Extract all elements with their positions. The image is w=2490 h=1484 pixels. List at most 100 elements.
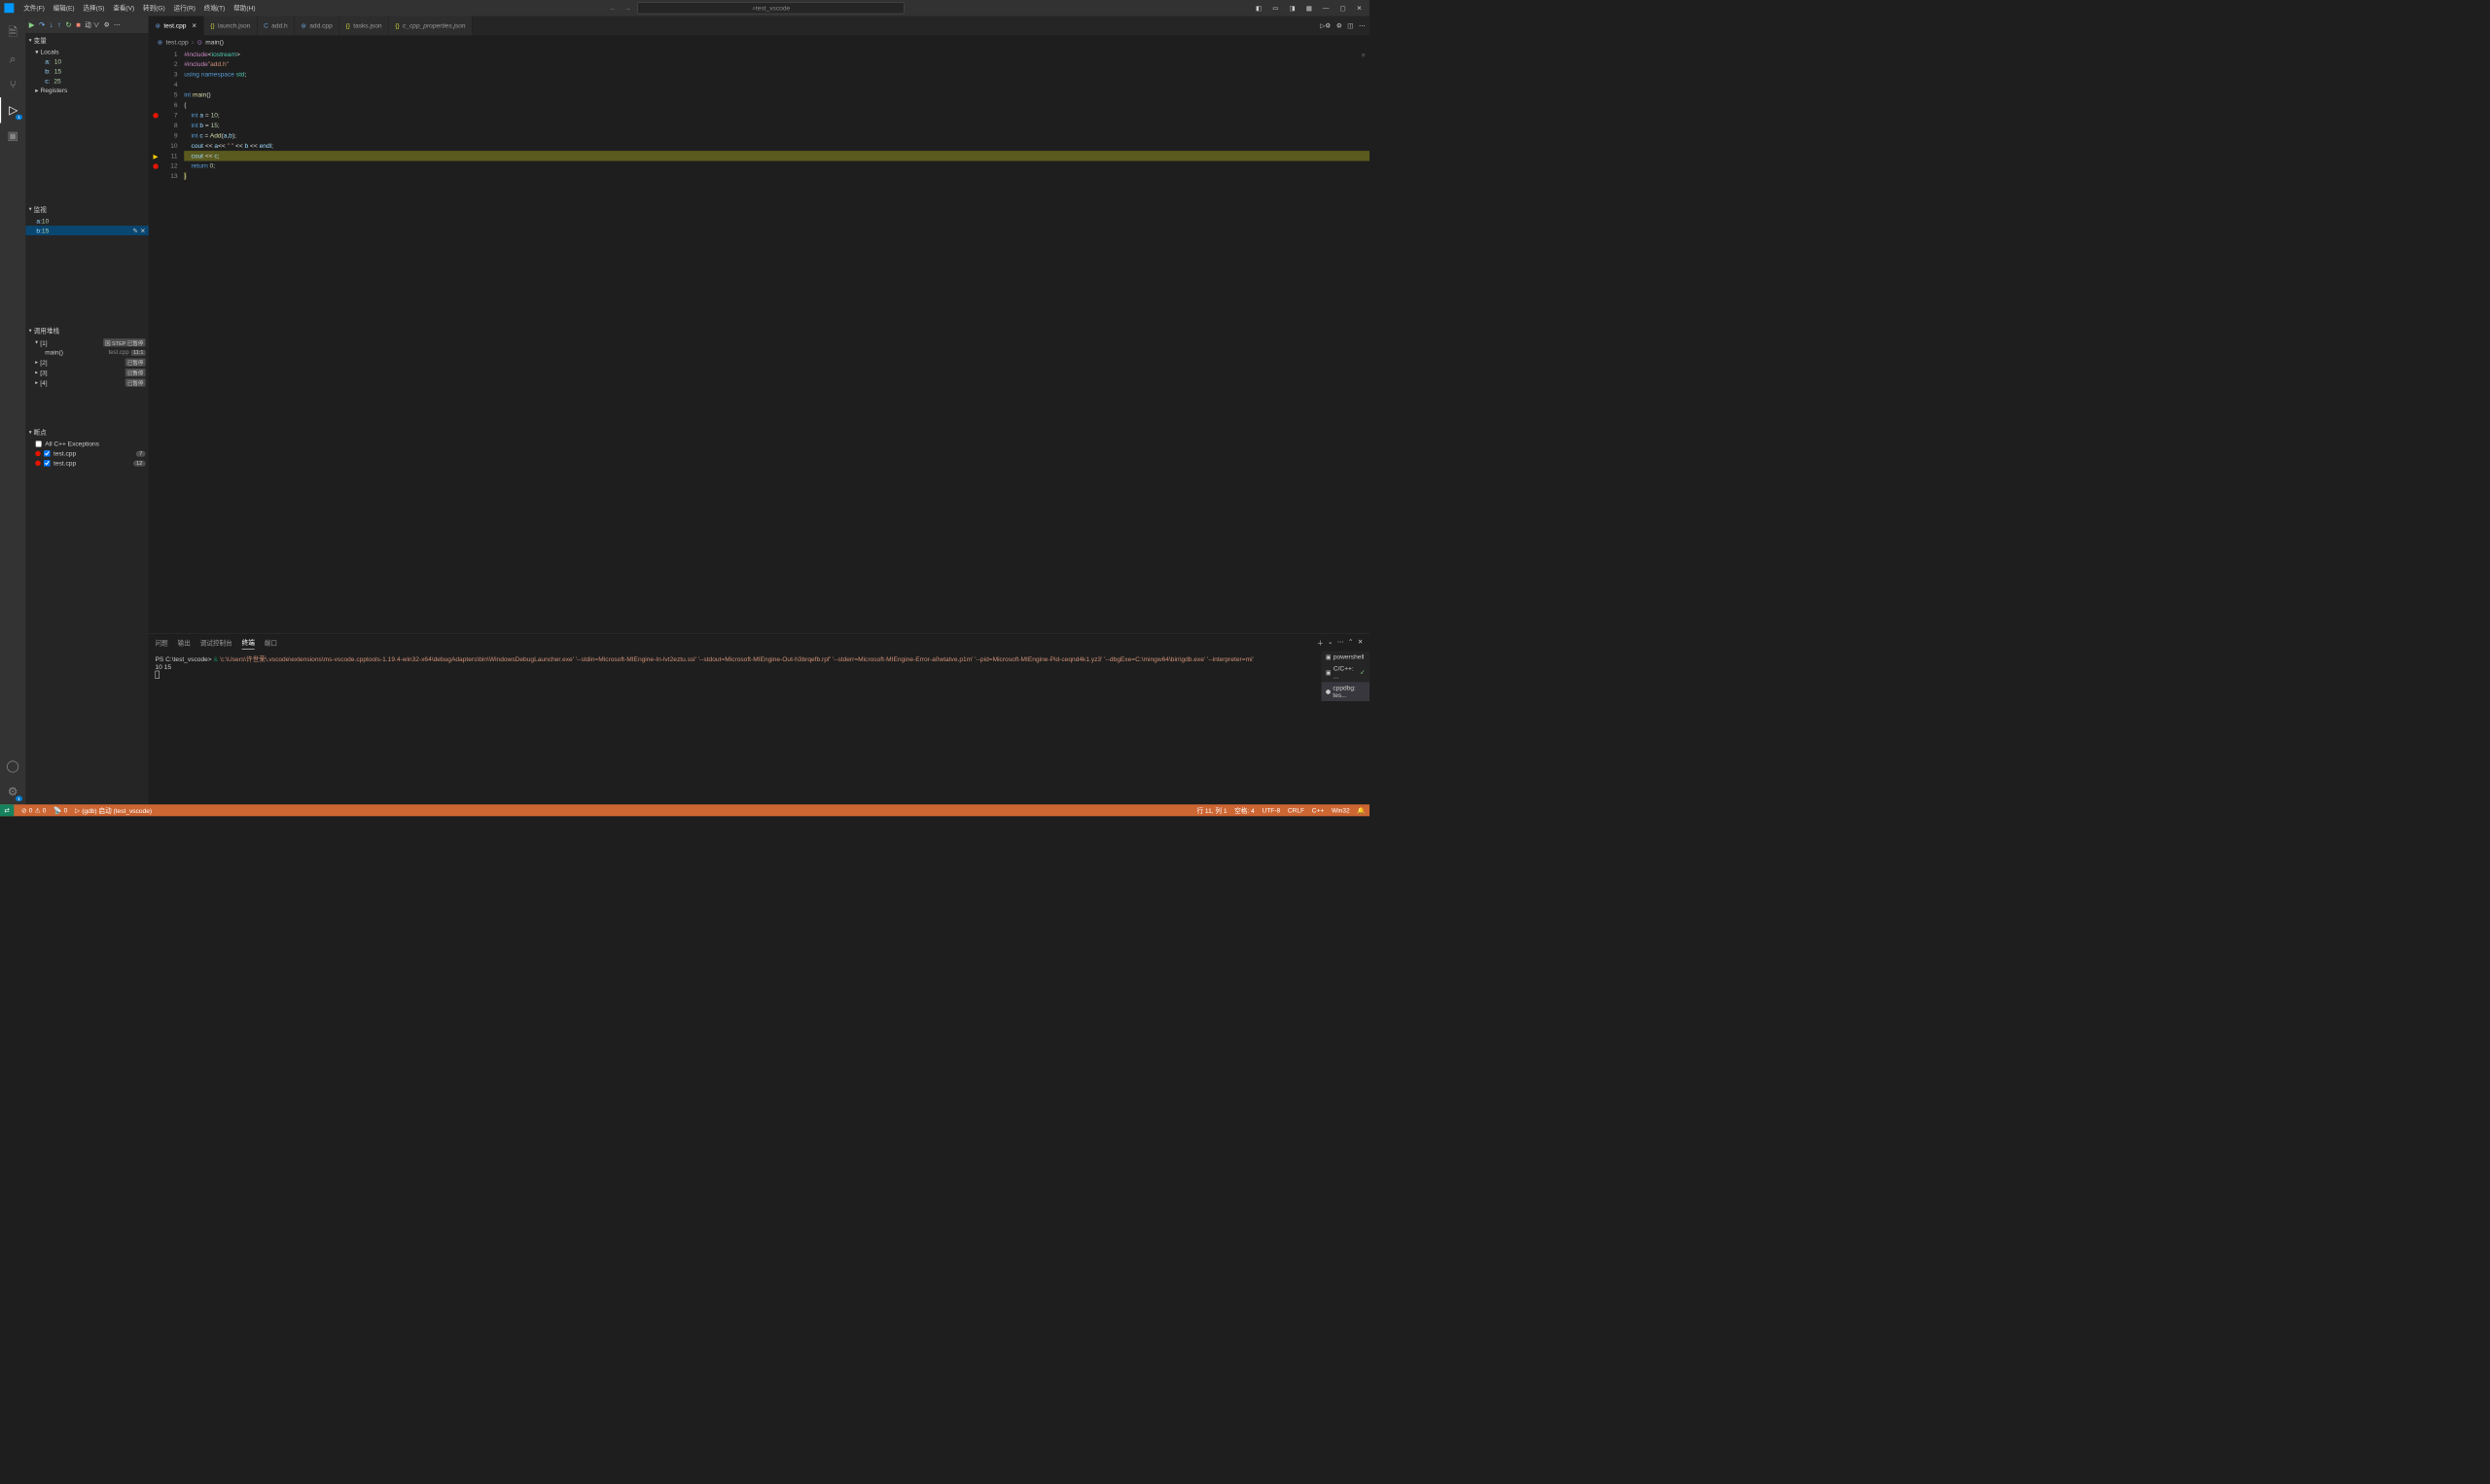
- watch-row[interactable]: a: 10: [25, 216, 149, 226]
- search-icon[interactable]: ⌕: [0, 46, 25, 71]
- more-icon[interactable]: ⋯: [114, 20, 121, 28]
- tab-test-cpp[interactable]: ⊕test.cpp✕: [149, 17, 204, 36]
- breakpoint-icon[interactable]: [153, 163, 159, 169]
- bp-checkbox[interactable]: [35, 441, 42, 447]
- status-eol[interactable]: CRLF: [1288, 806, 1304, 814]
- panel-tab-ports[interactable]: 端口: [265, 636, 277, 650]
- run-icon[interactable]: ▷⚙: [1320, 22, 1331, 30]
- terminal-item[interactable]: ▣C/C++: ...✓: [1322, 662, 1370, 682]
- run-debug-icon[interactable]: ▷: [0, 97, 25, 123]
- window-close-icon[interactable]: ✕: [1353, 4, 1365, 12]
- breakpoints-section[interactable]: ▾断点: [25, 425, 149, 439]
- panel-tab-terminal[interactable]: 终端: [242, 635, 255, 649]
- registers-group[interactable]: ▸ Registers: [25, 86, 149, 95]
- stop-icon[interactable]: ■: [76, 20, 81, 29]
- menu-edit[interactable]: 编辑(E): [49, 0, 79, 17]
- watch-section[interactable]: ▾监视: [25, 202, 149, 216]
- step-into-icon[interactable]: ↓: [50, 20, 53, 29]
- status-debug[interactable]: ▷ (gdb) 启动 (test_vscode): [75, 806, 152, 815]
- terminal[interactable]: PS C:\test_vscode> & 'c:\Users\许世荣\.vsco…: [149, 651, 1370, 804]
- delete-icon[interactable]: ✕: [140, 227, 146, 234]
- bp-checkbox[interactable]: [44, 460, 51, 467]
- gutter[interactable]: ▶: [149, 50, 162, 634]
- layout-customize-icon[interactable]: ▦: [1302, 4, 1315, 12]
- menu-select[interactable]: 选择(S): [79, 0, 109, 17]
- close-icon[interactable]: ✕: [192, 22, 197, 30]
- tab-tasks-json[interactable]: {}tasks.json: [339, 17, 389, 36]
- more-icon[interactable]: ⋯: [1359, 22, 1366, 30]
- edit-icon[interactable]: ✎: [132, 227, 138, 234]
- extensions-icon[interactable]: ▣: [0, 124, 25, 149]
- new-terminal-icon[interactable]: ＋: [1317, 638, 1324, 647]
- maximize-panel-icon[interactable]: ⌃: [1348, 638, 1354, 647]
- explorer-icon[interactable]: 🗎: [0, 20, 25, 46]
- layout-sidebar-right-icon[interactable]: ◨: [1286, 4, 1298, 12]
- status-spaces[interactable]: 空格: 4: [1234, 806, 1255, 815]
- callstack-section[interactable]: ▾调用堆栈: [25, 324, 149, 337]
- debug-config-gear-icon[interactable]: ⚙: [104, 20, 110, 28]
- account-icon[interactable]: ◯: [0, 753, 25, 778]
- code-editor[interactable]: ▶ 12345678910111213 #include<iostream> #…: [149, 50, 1370, 634]
- debug-config-dropdown[interactable]: 动 ∨: [85, 20, 99, 29]
- bp-checkbox[interactable]: [44, 450, 51, 457]
- menu-run[interactable]: 运行(R): [169, 0, 199, 17]
- thread-row[interactable]: ▾[1]因 STEP 已暂停: [25, 337, 149, 347]
- step-over-icon[interactable]: ↷: [39, 20, 45, 29]
- tab-cpp-props[interactable]: {}c_cpp_properties.json: [389, 17, 473, 36]
- bp-row[interactable]: test.cpp7: [25, 448, 149, 458]
- minimap-icon[interactable]: ≡: [1362, 52, 1366, 59]
- menu-file[interactable]: 文件(F): [19, 0, 49, 17]
- watch-row[interactable]: b: 15✎✕: [25, 226, 149, 235]
- nav-forward-icon[interactable]: →: [622, 4, 633, 12]
- menu-view[interactable]: 查看(V): [109, 0, 139, 17]
- thread-row[interactable]: ▸[4]已暂停: [25, 377, 149, 387]
- settings-icon[interactable]: ⚙: [1336, 22, 1342, 30]
- source-control-icon[interactable]: ⑂: [0, 72, 25, 97]
- menu-goto[interactable]: 转到(G): [139, 0, 170, 17]
- breakpoint-icon[interactable]: [153, 113, 159, 119]
- variable-row[interactable]: a: 10: [25, 56, 149, 66]
- tab-launch-json[interactable]: {}launch.json: [204, 17, 258, 36]
- stack-frame[interactable]: main()test.cpp11:1: [25, 348, 149, 358]
- step-out-icon[interactable]: ↑: [57, 20, 61, 29]
- continue-icon[interactable]: ▶: [29, 20, 35, 29]
- panel-tab-problems[interactable]: 问题: [156, 636, 168, 650]
- status-ports[interactable]: 📡 0: [53, 806, 67, 814]
- nav-back-icon[interactable]: ←: [607, 4, 618, 12]
- locals-group[interactable]: ▾ Locals: [25, 47, 149, 56]
- menu-help[interactable]: 帮助(H): [230, 0, 260, 17]
- layout-panel-icon[interactable]: ▭: [1269, 4, 1282, 12]
- variables-section[interactable]: ▾变量: [25, 33, 149, 47]
- status-line-col[interactable]: 行 11, 列 1: [1196, 806, 1227, 815]
- status-os[interactable]: Win32: [1332, 806, 1350, 814]
- tab-add-cpp[interactable]: ⊕add.cpp: [295, 17, 339, 36]
- more-icon[interactable]: ⋯: [1337, 638, 1344, 647]
- tab-add-h[interactable]: Cadd.h: [257, 17, 294, 36]
- split-icon[interactable]: ◫: [1347, 22, 1353, 30]
- terminal-item[interactable]: ⬢cppdbg: tes...: [1322, 682, 1370, 701]
- breadcrumb[interactable]: ⊕ test.cpp › ⊙ main(): [149, 35, 1370, 49]
- thread-row[interactable]: ▸[2]已暂停: [25, 357, 149, 367]
- variable-row[interactable]: c: 25: [25, 76, 149, 86]
- variable-row[interactable]: b: 15: [25, 66, 149, 76]
- layout-sidebar-icon[interactable]: ◧: [1253, 4, 1265, 12]
- command-center[interactable]: ⌕ test_vscode: [637, 2, 905, 14]
- code-content[interactable]: #include<iostream> #include"add.h" using…: [184, 50, 1370, 634]
- settings-icon[interactable]: ⚙: [0, 779, 25, 804]
- terminal-dropdown-icon[interactable]: ⌄: [1328, 638, 1334, 647]
- menu-terminal[interactable]: 终端(T): [199, 0, 229, 17]
- thread-row[interactable]: ▸[3]已暂停: [25, 368, 149, 377]
- terminal-item[interactable]: ▣powershell: [1322, 651, 1370, 662]
- remote-icon[interactable]: ⇄: [0, 804, 14, 816]
- status-notifications-icon[interactable]: 🔔: [1357, 806, 1365, 814]
- restart-icon[interactable]: ↻: [65, 20, 71, 29]
- status-errors[interactable]: ⊘ 0 ⚠ 0: [21, 806, 46, 814]
- panel-tab-debug-console[interactable]: 调试控制台: [200, 636, 232, 650]
- window-maximize-icon[interactable]: ▢: [1336, 4, 1349, 12]
- bp-exceptions[interactable]: All C++ Exceptions: [25, 440, 149, 449]
- status-encoding[interactable]: UTF-8: [1262, 806, 1280, 814]
- window-minimize-icon[interactable]: —: [1320, 4, 1333, 12]
- close-panel-icon[interactable]: ✕: [1358, 638, 1364, 647]
- status-lang[interactable]: C++: [1312, 806, 1324, 814]
- panel-tab-output[interactable]: 输出: [178, 636, 191, 650]
